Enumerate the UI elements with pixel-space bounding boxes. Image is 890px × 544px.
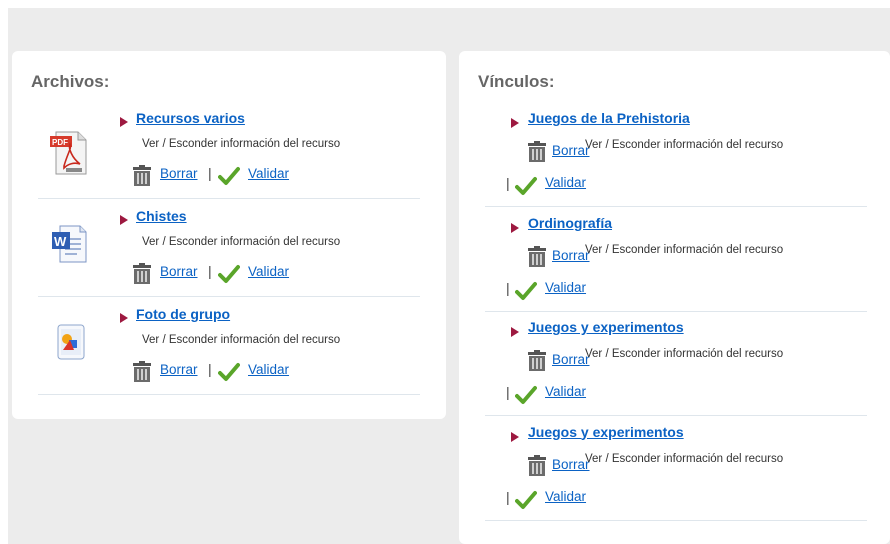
row-divider xyxy=(485,310,867,312)
bullet-arrow-icon xyxy=(511,431,519,442)
file-title-link[interactable]: Chistes xyxy=(136,208,187,224)
resource-info-toggle[interactable]: Ver / Esconder información del recurso xyxy=(142,334,340,346)
links-panel: Vínculos: Juegos de la Prehistoria Borrar… xyxy=(459,51,890,544)
link-title[interactable]: Juegos de la Prehistoria xyxy=(528,110,690,126)
row-divider xyxy=(485,415,867,416)
file-item: PDF Recursos varios Ver / Esconder informa… xyxy=(12,108,446,206)
separator: | xyxy=(506,279,510,296)
delete-link[interactable]: Borrar xyxy=(552,457,590,472)
check-icon[interactable] xyxy=(515,490,537,510)
delete-link[interactable]: Borrar xyxy=(160,166,198,181)
link-title[interactable]: Juegos y experimentos xyxy=(528,319,684,335)
link-item: Juegos y experimentos Borrar Ver / Esconde… xyxy=(459,422,890,526)
validate-link[interactable]: Validar xyxy=(545,489,586,504)
row-divider xyxy=(485,519,867,521)
row-divider xyxy=(38,198,420,199)
link-item: Juegos de la Prehistoria Borrar Ver / Esco… xyxy=(459,108,890,212)
check-icon[interactable] xyxy=(515,281,537,301)
image-file-icon xyxy=(50,322,90,367)
bullet-arrow-icon xyxy=(120,215,128,225)
separator: | xyxy=(208,361,212,377)
trash-icon[interactable] xyxy=(131,165,153,187)
file-item: Foto de grupo Ver / Esconder información … xyxy=(12,304,446,402)
resource-info-toggle[interactable]: Ver / Esconder información del recurso xyxy=(585,244,783,256)
files-panel: Archivos: PDF Recursos varios Ver / Escond… xyxy=(12,51,446,419)
delete-link[interactable]: Borrar xyxy=(160,264,198,279)
trash-icon[interactable] xyxy=(526,141,548,163)
bullet-arrow-icon xyxy=(511,327,519,337)
bullet-arrow-icon xyxy=(120,313,128,323)
check-icon[interactable] xyxy=(218,166,240,186)
delete-link[interactable]: Borrar xyxy=(552,143,590,158)
link-title[interactable]: Juegos y experimentos xyxy=(528,424,684,440)
separator: | xyxy=(506,488,510,505)
separator: | xyxy=(506,175,510,191)
word-document-icon: W xyxy=(50,224,90,269)
resource-info-toggle[interactable]: Ver / Esconder información del recurso xyxy=(585,453,783,465)
bullet-arrow-icon xyxy=(511,222,519,233)
trash-icon[interactable] xyxy=(526,350,548,372)
row-divider xyxy=(38,296,420,297)
bullet-arrow-icon xyxy=(511,118,519,128)
check-icon[interactable] xyxy=(515,176,537,196)
validate-link[interactable]: Validar xyxy=(545,280,586,295)
link-title[interactable]: Ordinografía xyxy=(528,215,612,231)
separator: | xyxy=(208,263,212,279)
svg-text:W: W xyxy=(54,234,67,249)
resource-info-toggle[interactable]: Ver / Esconder información del recurso xyxy=(142,236,340,248)
trash-icon[interactable] xyxy=(131,263,153,285)
trash-icon[interactable] xyxy=(526,454,548,477)
validate-link[interactable]: Validar xyxy=(545,384,586,399)
separator: | xyxy=(506,384,510,400)
validate-link[interactable]: Validar xyxy=(248,362,289,377)
row-divider xyxy=(485,206,867,207)
check-icon[interactable] xyxy=(218,264,240,284)
delete-link[interactable]: Borrar xyxy=(552,248,590,263)
check-icon[interactable] xyxy=(218,362,240,382)
delete-link[interactable]: Borrar xyxy=(552,352,590,367)
validate-link[interactable]: Validar xyxy=(248,166,289,181)
resource-info-toggle[interactable]: Ver / Esconder información del recurso xyxy=(585,139,783,151)
validate-link[interactable]: Validar xyxy=(248,264,289,279)
pdf-file-icon: PDF xyxy=(50,130,90,181)
trash-icon[interactable] xyxy=(526,245,548,268)
bullet-arrow-icon xyxy=(120,117,128,127)
file-title-link[interactable]: Foto de grupo xyxy=(136,306,230,322)
separator: | xyxy=(208,165,212,181)
delete-link[interactable]: Borrar xyxy=(160,362,198,377)
row-divider xyxy=(38,394,420,395)
link-item: Juegos y experimentos Borrar Ver / Esconde… xyxy=(459,317,890,421)
file-item: W Chistes Ver / Esconder información del r… xyxy=(12,206,446,304)
file-title-link[interactable]: Recursos varios xyxy=(136,110,245,126)
trash-icon[interactable] xyxy=(131,361,153,383)
files-panel-title: Archivos: xyxy=(31,72,110,91)
resource-info-toggle[interactable]: Ver / Esconder información del recurso xyxy=(585,348,783,360)
resource-info-toggle[interactable]: Ver / Esconder información del recurso xyxy=(142,138,340,150)
validate-link[interactable]: Validar xyxy=(545,175,586,190)
link-item: Ordinografía Borrar Ver / Esconder informa… xyxy=(459,213,890,317)
check-icon[interactable] xyxy=(515,385,537,405)
links-panel-title: Vínculos: xyxy=(478,72,555,91)
svg-text:PDF: PDF xyxy=(52,138,68,147)
